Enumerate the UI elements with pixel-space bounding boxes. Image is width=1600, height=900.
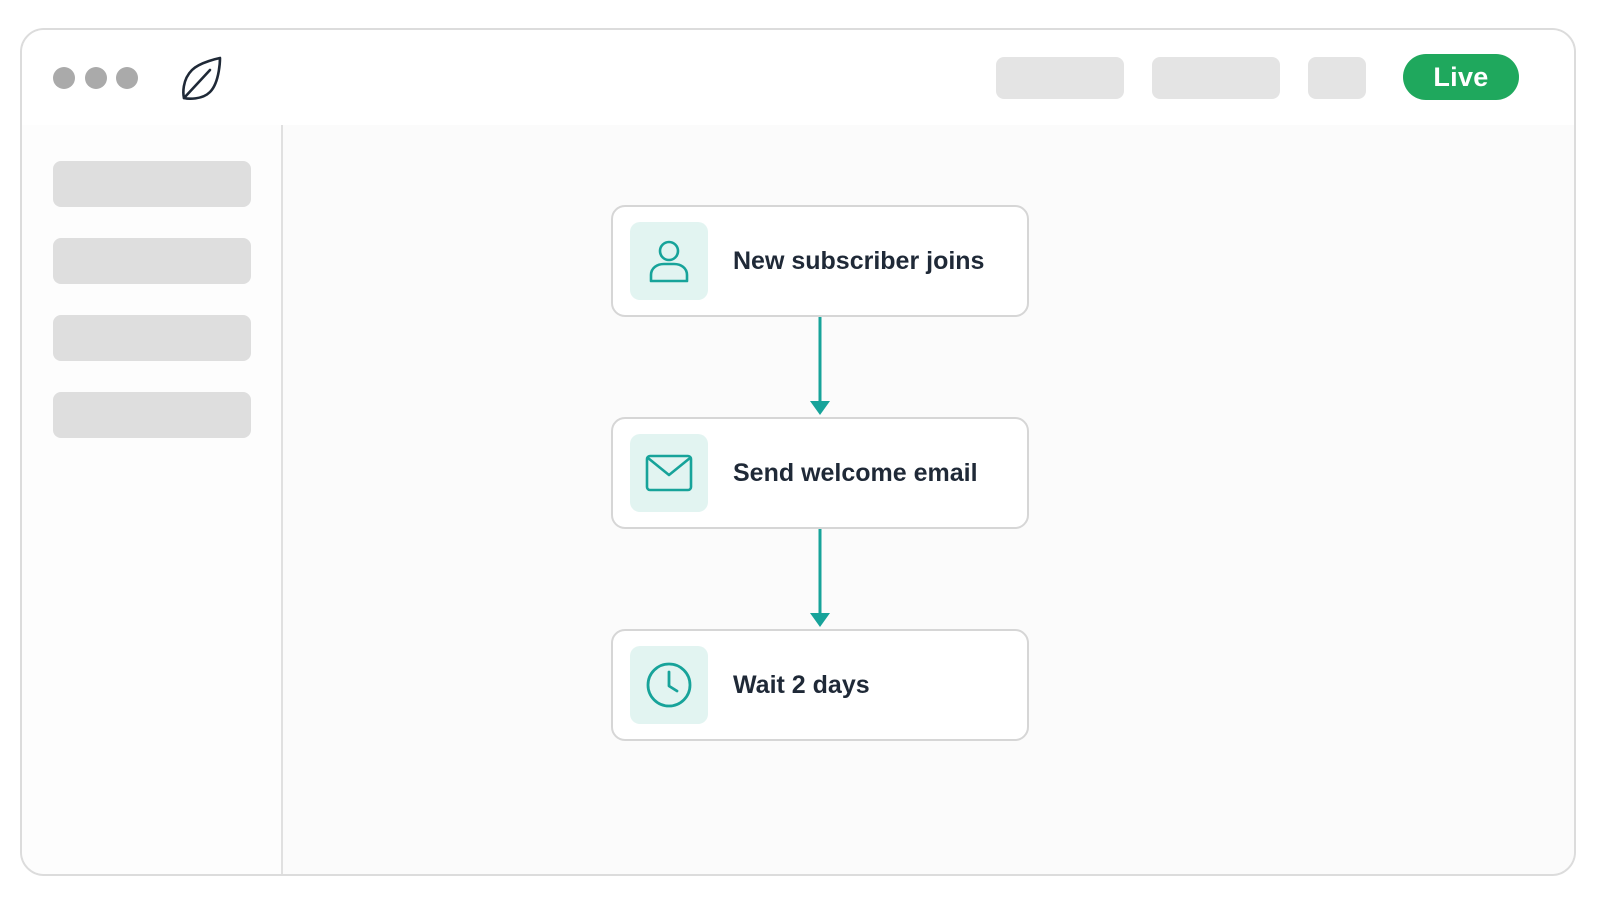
- title-bar: Live: [22, 30, 1574, 127]
- connector-arrow: [810, 317, 830, 415]
- node-icon-tile: [630, 646, 708, 724]
- sidebar-item-placeholder[interactable]: [53, 315, 251, 361]
- leaf-icon: [182, 56, 222, 100]
- node-icon-tile: [630, 222, 708, 300]
- connector-arrow: [810, 529, 830, 627]
- node-icon-tile: [630, 434, 708, 512]
- toolbar-button-placeholder[interactable]: [1308, 57, 1366, 99]
- mail-icon: [645, 454, 693, 492]
- workflow-step-email[interactable]: Send welcome email: [611, 417, 1029, 529]
- sidebar-item-placeholder[interactable]: [53, 161, 251, 207]
- step-label: Wait 2 days: [733, 670, 870, 699]
- window-control-dot[interactable]: [53, 67, 75, 89]
- app-window: Live New subscriber joins Send welcome e…: [20, 28, 1576, 876]
- toolbar-button-placeholder[interactable]: [996, 57, 1124, 99]
- window-control-dot[interactable]: [85, 67, 107, 89]
- sidebar: [22, 125, 283, 874]
- workflow-step-wait[interactable]: Wait 2 days: [611, 629, 1029, 741]
- workflow-canvas: New subscriber joins Send welcome email: [283, 125, 1574, 874]
- window-control-dot[interactable]: [116, 67, 138, 89]
- workflow-step-trigger[interactable]: New subscriber joins: [611, 205, 1029, 317]
- sidebar-item-placeholder[interactable]: [53, 238, 251, 284]
- toolbar-button-placeholder[interactable]: [1152, 57, 1280, 99]
- live-status-badge[interactable]: Live: [1403, 54, 1519, 100]
- step-label: New subscriber joins: [733, 246, 985, 275]
- clock-icon: [646, 662, 692, 708]
- user-icon: [649, 240, 689, 283]
- step-label: Send welcome email: [733, 458, 978, 487]
- sidebar-item-placeholder[interactable]: [53, 392, 251, 438]
